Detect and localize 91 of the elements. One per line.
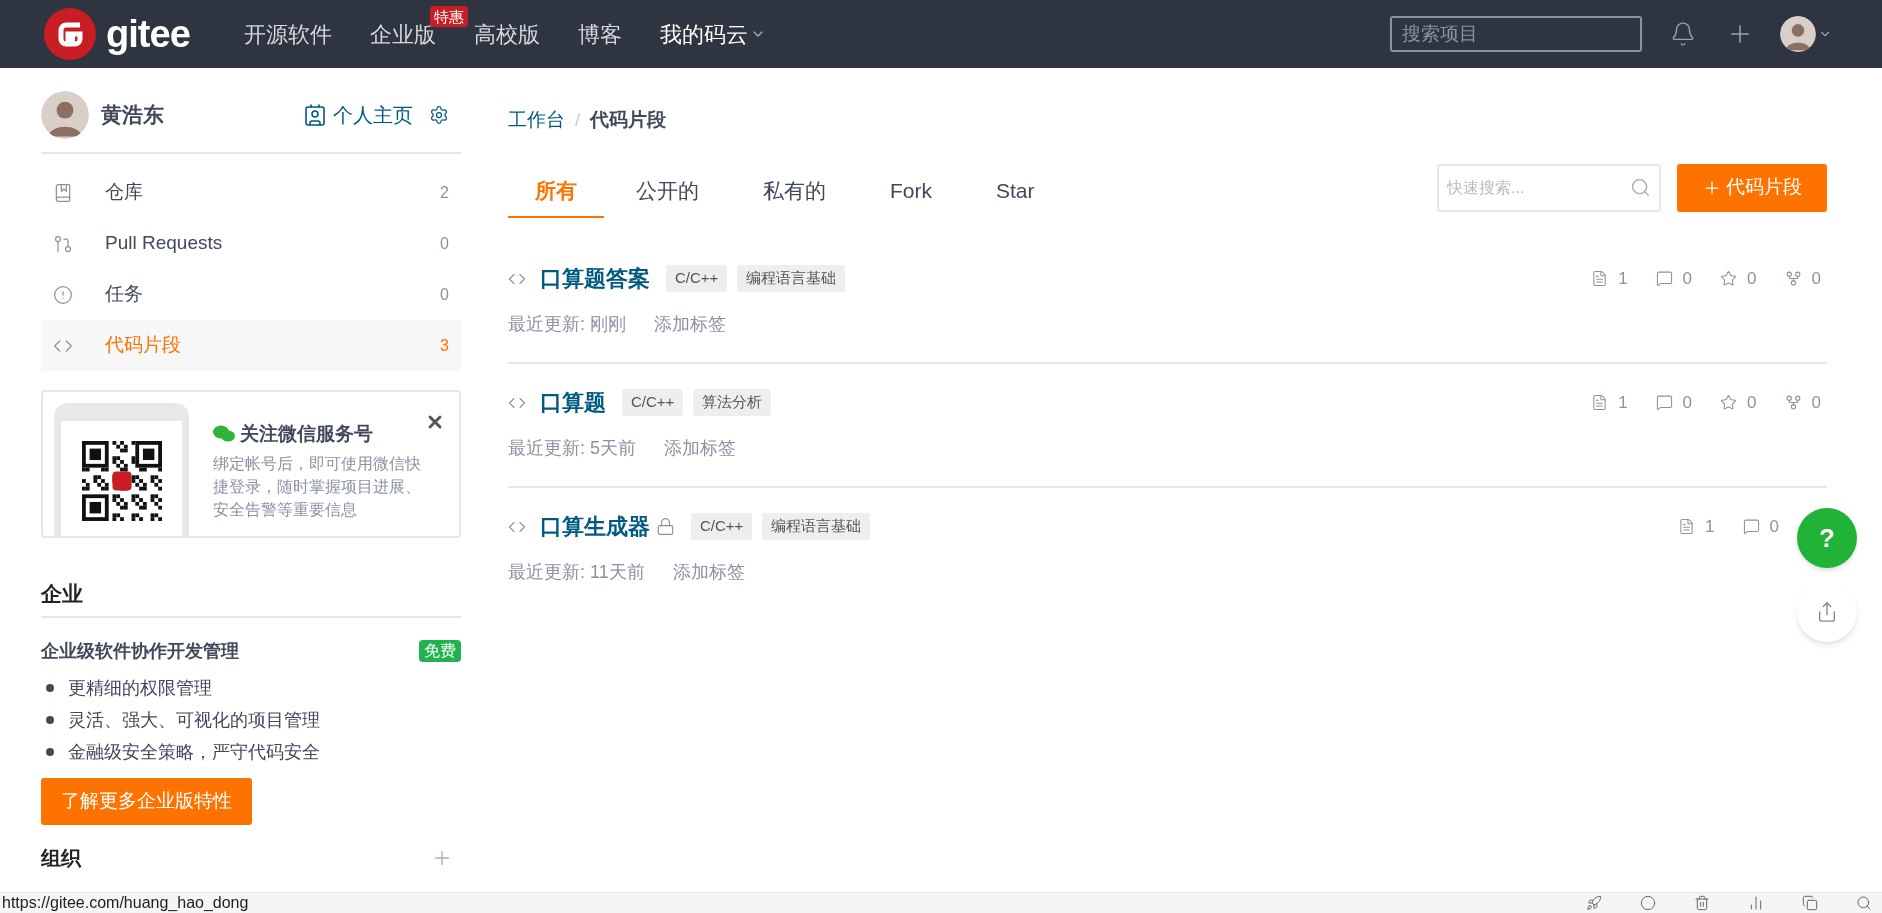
stat-count: 0 (1747, 267, 1757, 290)
tab[interactable]: 私有的 (731, 174, 858, 218)
logo-icon[interactable] (44, 8, 96, 60)
breadcrumb-separator: / (575, 108, 581, 132)
fork-icon (1784, 394, 1802, 411)
pull-request-icon (53, 233, 73, 254)
lock-icon (656, 517, 675, 536)
circle-icon[interactable] (1640, 895, 1656, 911)
free-badge: 免费 (419, 640, 461, 662)
stat-count: 0 (1682, 267, 1693, 290)
nav-link[interactable]: 开源软件 (243, 17, 332, 51)
tab[interactable]: Fork (858, 174, 964, 218)
id-card-icon (303, 103, 327, 127)
nav-link[interactable]: 博客 (577, 17, 622, 51)
feature-text: 更精细的权限管理 (68, 676, 212, 700)
card-title: 关注微信服务号 (240, 422, 373, 446)
item-count: 0 (440, 233, 449, 254)
nav-link[interactable]: 我的码云 (659, 17, 748, 51)
bar-chart-icon[interactable] (1748, 895, 1764, 911)
sidebar-item-label: 代码片段 (105, 333, 181, 358)
homepage-link[interactable]: 个人主页 (303, 100, 413, 130)
bell-icon[interactable] (1670, 21, 1696, 47)
enterprise-title: 企业级软件协作开发管理 (41, 639, 239, 663)
bullet-icon (46, 716, 54, 724)
tag[interactable]: C/C++ (666, 265, 728, 292)
tag[interactable]: 编程语言基础 (737, 265, 846, 292)
avatar[interactable] (41, 91, 89, 139)
item-count: 0 (440, 284, 449, 305)
sidebar-item-label: 任务 (105, 282, 143, 307)
book-icon (53, 182, 73, 203)
bullet-icon (46, 748, 54, 756)
nav-link[interactable]: 高校版 (473, 17, 540, 51)
alert-icon (53, 284, 73, 305)
tag[interactable]: C/C++ (691, 513, 753, 540)
comment-icon (1655, 270, 1673, 287)
file-icon (1678, 518, 1696, 535)
comment-icon (1742, 518, 1760, 535)
qr-code-icon (81, 441, 162, 521)
copy-icon[interactable] (1802, 895, 1818, 911)
feature-text: 金融级安全策略，严守代码安全 (68, 740, 320, 764)
stat-count: 0 (1747, 391, 1757, 414)
stat-count: 0 (1682, 391, 1693, 414)
bullet-icon (46, 684, 54, 692)
update-time: 最近更新: 5天前 (508, 437, 636, 460)
section-heading: 组织 (41, 847, 81, 868)
tag[interactable]: 编程语言基础 (762, 513, 871, 540)
wechat-icon (213, 425, 235, 444)
status-url: https://gitee.com/huang_hao_dong (2, 895, 249, 911)
sidebar-item[interactable]: 仓库 2 (41, 167, 461, 218)
item-count: 3 (440, 335, 449, 356)
search-icon[interactable] (1856, 895, 1872, 911)
breadcrumb-current: 代码片段 (590, 108, 667, 132)
rocket-icon[interactable] (1586, 895, 1602, 911)
share-icon (1816, 601, 1838, 623)
section-heading: 企业 (41, 582, 83, 605)
stat-count: 1 (1705, 515, 1715, 538)
user-name: 黄浩东 (101, 102, 164, 129)
sidebar-item[interactable]: 任务 0 (41, 269, 461, 320)
trash-icon[interactable] (1694, 895, 1710, 911)
tab[interactable]: Star (964, 174, 1067, 218)
tag[interactable]: 算法分析 (693, 389, 772, 416)
avatar[interactable] (1780, 16, 1816, 52)
sidebar-item[interactable]: Pull Requests 0 (41, 218, 461, 269)
quick-search-field[interactable]: 快速搜索... (1437, 163, 1661, 212)
stat-count: 0 (1811, 267, 1821, 290)
sidebar-item-label: Pull Requests (105, 231, 223, 256)
stat-count: 0 (1769, 515, 1779, 538)
update-time: 最近更新: 11天前 (508, 561, 645, 584)
sidebar-item-label: 仓库 (105, 180, 143, 205)
settings-icon[interactable] (429, 105, 449, 125)
star-icon (1720, 270, 1738, 287)
star-icon (1720, 394, 1738, 411)
card-description: 绑定帐号后，即可使用微信快捷登录，随时掌握项目进展、安全告警等重要信息 (213, 453, 422, 520)
snippet-title[interactable]: 口算题答案 (540, 262, 650, 295)
update-time: 最近更新: 刚刚 (508, 313, 626, 336)
tag[interactable]: C/C++ (622, 389, 684, 416)
comment-icon (1655, 394, 1673, 411)
file-icon (1591, 394, 1609, 411)
stat-count: 1 (1618, 391, 1628, 414)
file-icon (1591, 270, 1609, 287)
feature-text: 灵活、强大、可视化的项目管理 (68, 708, 320, 732)
fork-icon (1784, 270, 1802, 287)
snippet-title[interactable]: 口算题 (540, 386, 606, 419)
logo-text[interactable]: gitee (106, 15, 190, 53)
breadcrumb-link[interactable]: 工作台 (508, 106, 565, 135)
stat-count: 0 (1811, 391, 1821, 414)
search-field[interactable]: 搜索项目 (1390, 16, 1642, 52)
stat-count: 1 (1618, 267, 1628, 290)
snippet-title[interactable]: 口算生成器 (540, 510, 650, 543)
item-count: 2 (440, 182, 449, 203)
tab[interactable]: 公开的 (604, 174, 731, 218)
